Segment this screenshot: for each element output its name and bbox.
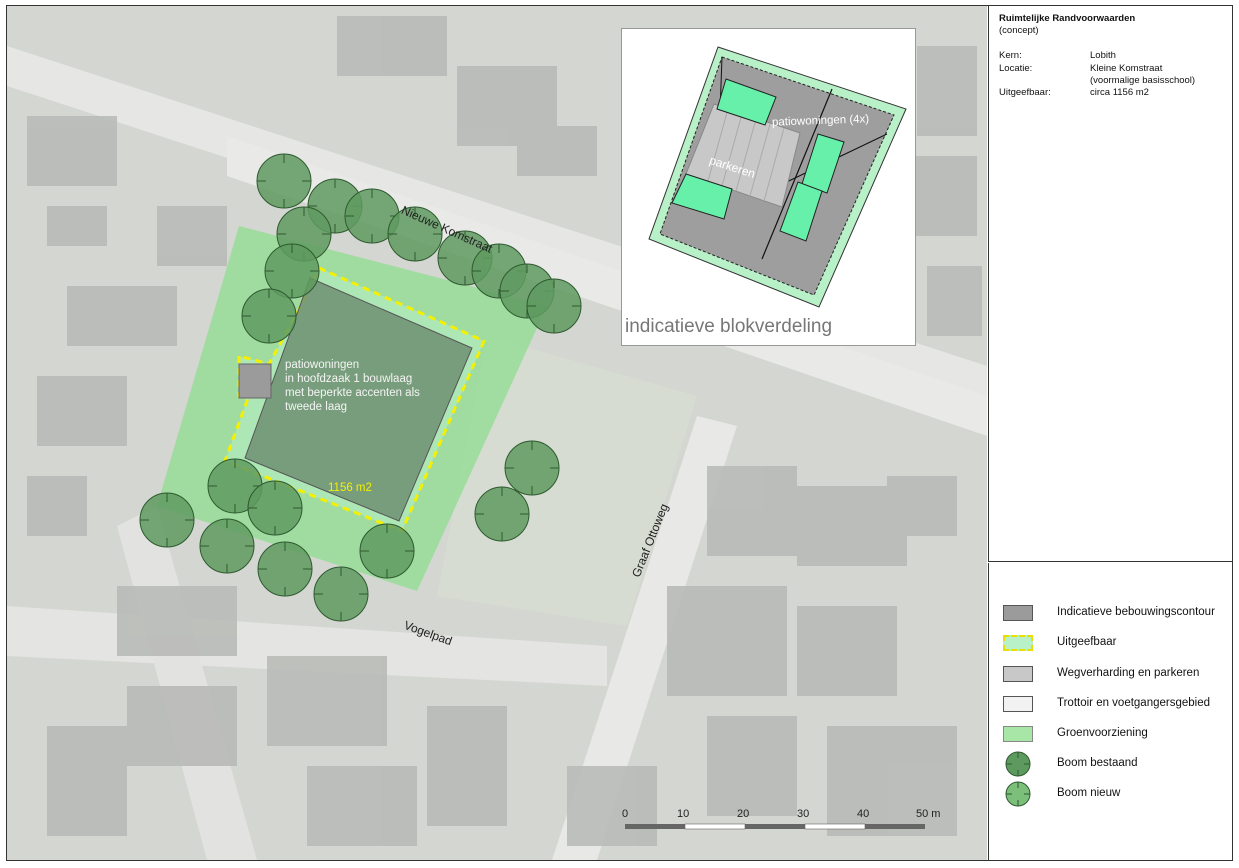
tree-icon xyxy=(257,541,313,597)
info-value-locatie-sub: (voormalige basisschool) xyxy=(1090,75,1196,86)
scale-bar: 0 10 20 30 40 50 m xyxy=(622,806,952,836)
info-title: Ruimtelijke Randvoorwaarden xyxy=(999,13,1136,24)
tree-icon xyxy=(256,153,312,209)
legend-item-wegverharding: Wegverharding en parkeren xyxy=(1003,664,1231,686)
legend-item-groenvoorziening: Groenvoorziening xyxy=(1003,724,1231,746)
info-value-uitgeefbaar: circa 1156 m2 xyxy=(1090,87,1149,98)
annotation-line-4: tweede laag xyxy=(285,401,348,413)
scale-tick-20: 20 xyxy=(737,808,750,820)
legend-item-boom-bestaand: Boom bestaand xyxy=(1003,751,1231,777)
scale-tick-40: 40 xyxy=(857,808,870,820)
annotation-line-1: patiowoningen xyxy=(285,359,360,371)
tree-icon xyxy=(199,518,255,574)
area-label: 1156 m2 xyxy=(328,482,372,494)
annotation-line-3: met beperkte accenten als xyxy=(285,387,420,399)
scale-bar-graphic xyxy=(625,823,925,830)
tree-icon xyxy=(526,278,582,334)
info-value-kern: Lobith xyxy=(1090,50,1116,61)
legend-label: Indicatieve bebouwingscontour xyxy=(1057,606,1215,618)
tree-existing-icon xyxy=(1005,751,1031,777)
tree-icon xyxy=(241,288,297,344)
legend-item-trottoir: Trottoir en voetgangersgebied xyxy=(1003,694,1231,716)
info-key-locatie: Locatie: xyxy=(999,63,1033,74)
tree-icon xyxy=(504,440,560,496)
tree-icon xyxy=(474,486,530,542)
inset-blokverdeling: patiowoningen (4x) parkeren indicatieve … xyxy=(621,28,916,346)
info-subtitle: (concept) xyxy=(999,25,1039,36)
scale-tick-10: 10 xyxy=(677,808,690,820)
scale-tick-50: 50 m xyxy=(916,808,941,820)
legend-symbol-white-box xyxy=(1003,696,1033,712)
info-panel: Ruimtelijke Randvoorwaarden (concept) Ke… xyxy=(988,6,1232,562)
tree-icon xyxy=(139,492,195,548)
inset-title: indicatieve blokverdeling xyxy=(625,316,833,337)
legend-symbol-gray-box xyxy=(1003,605,1033,621)
tree-new-icon xyxy=(1005,781,1031,807)
info-key-kern: Kern: xyxy=(999,50,1022,61)
scale-tick-0: 0 xyxy=(622,808,629,820)
info-key-uitgeefbaar: Uitgeefbaar: xyxy=(999,87,1051,98)
legend-label: Trottoir en voetgangersgebied xyxy=(1057,697,1211,709)
legend-symbol-lightgray-box xyxy=(1003,666,1033,682)
legend-label: Groenvoorziening xyxy=(1057,727,1148,739)
legend-item-boom-nieuw: Boom nieuw xyxy=(1003,781,1231,807)
legend-panel: Indicatieve bebouwingscontour Uitgeefbaa… xyxy=(988,563,1232,860)
tree-icon xyxy=(313,566,369,622)
inset-diagram xyxy=(648,46,907,308)
tree-icon xyxy=(247,480,303,536)
patio-annotation: patiowoningen in hoofdzaak 1 bouwlaag me… xyxy=(285,358,420,414)
legend-label: Boom bestaand xyxy=(1057,757,1138,769)
scale-tick-30: 30 xyxy=(797,808,810,820)
legend-item-uitgeefbaar: Uitgeefbaar xyxy=(1003,633,1231,655)
legend-item-bebouwingscontour: Indicatieve bebouwingscontour xyxy=(1003,603,1231,625)
legend-label: Uitgeefbaar xyxy=(1057,636,1117,648)
info-value-locatie: Kleine Komstraat xyxy=(1090,63,1163,74)
legend-label: Wegverharding en parkeren xyxy=(1057,667,1200,679)
annotation-line-2: in hoofdzaak 1 bouwlaag xyxy=(285,373,413,385)
legend-symbol-green-box xyxy=(1003,726,1033,742)
tree-icon xyxy=(359,523,415,579)
legend-symbol-dashed-yellow-box xyxy=(1003,635,1033,651)
legend-label: Boom nieuw xyxy=(1057,787,1121,799)
